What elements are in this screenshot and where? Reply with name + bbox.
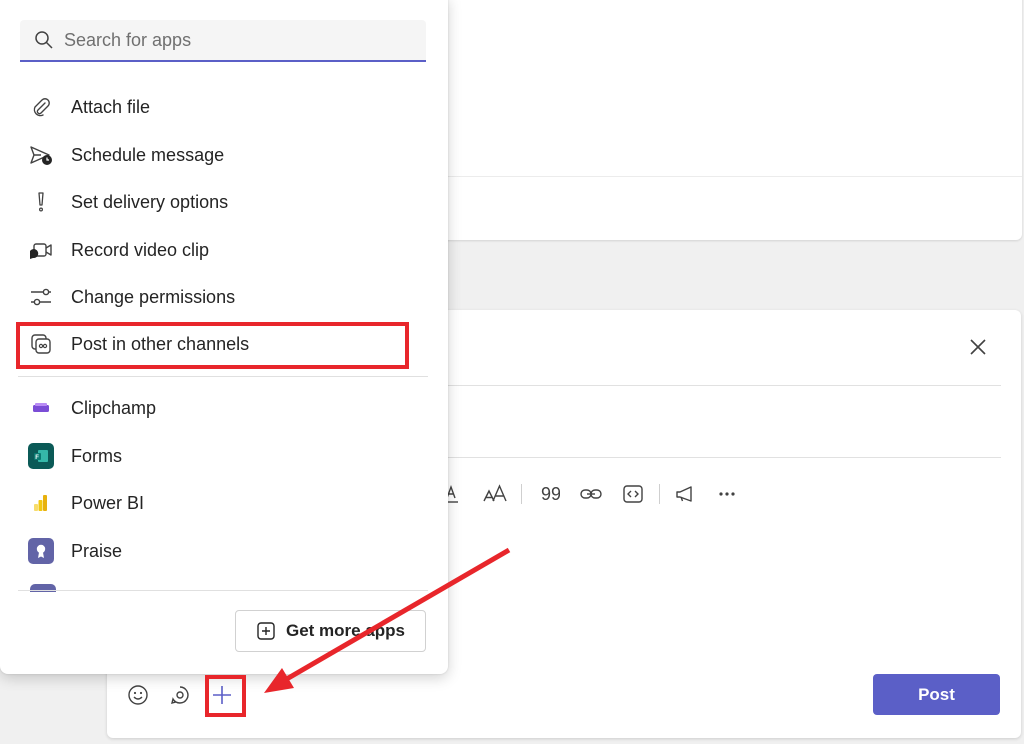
menu-item-label: Record video clip: [71, 239, 210, 260]
app-item-label: Power BI: [71, 492, 145, 513]
search-input[interactable]: [64, 29, 404, 51]
video-record-icon: [19, 228, 63, 272]
link-icon: [580, 489, 602, 499]
more-options-button[interactable]: [713, 480, 741, 508]
close-button[interactable]: [963, 332, 993, 362]
font-size-button[interactable]: [481, 480, 509, 508]
announcement-button[interactable]: [671, 480, 699, 508]
app-item-label: Praise: [71, 540, 123, 561]
schedule-send-icon: [19, 133, 63, 177]
menu-item-set-delivery-options[interactable]: Set delivery options: [18, 180, 428, 224]
menu-item-schedule-message[interactable]: Schedule message: [18, 133, 428, 177]
font-size-icon: [483, 484, 507, 502]
megaphone-icon: [676, 486, 692, 502]
link-button[interactable]: [577, 480, 605, 508]
highlight-box-post-in-other-channels: [16, 322, 409, 369]
menu-item-attach-file[interactable]: Attach file: [18, 85, 428, 129]
add-square-icon: [257, 622, 275, 640]
message-card: [430, 0, 1022, 240]
menu-separator: [18, 590, 428, 591]
menu-item-label: Attach file: [71, 96, 151, 117]
menu-separator: [18, 376, 428, 377]
app-item-clipchamp[interactable]: Clipchamp: [18, 386, 428, 430]
toolbar-divider: [447, 457, 1001, 458]
powerbi-icon: [19, 481, 63, 525]
post-button[interactable]: Post: [873, 674, 1000, 715]
toolbar-separator: [521, 484, 522, 504]
quote-button[interactable]: 99: [535, 480, 563, 508]
app-item-praise[interactable]: Praise: [18, 529, 428, 573]
close-icon: [970, 339, 986, 355]
clipchamp-icon: [19, 386, 63, 430]
code-icon: [623, 485, 643, 503]
toolbar-separator: [659, 484, 660, 504]
loop-button[interactable]: [165, 680, 195, 710]
menu-item-change-permissions[interactable]: Change permissions: [18, 275, 428, 319]
svg-text:99: 99: [541, 484, 560, 504]
emoji-icon: [128, 685, 148, 705]
app-item-label: Clipchamp: [71, 397, 157, 418]
menu-item-label: Schedule message: [71, 144, 225, 165]
praise-icon: [19, 529, 63, 573]
subject-divider: [447, 385, 1001, 386]
search-icon: [35, 31, 53, 49]
get-more-apps-label: Get more apps: [285, 621, 406, 640]
card-divider: [430, 176, 1022, 177]
code-snippet-button[interactable]: [619, 480, 647, 508]
app-item-label: Forms: [71, 445, 122, 466]
menu-item-label: Set delivery options: [71, 191, 229, 212]
menu-item-label: Change permissions: [71, 286, 236, 307]
menu-item-record-video-clip[interactable]: Record video clip: [18, 228, 428, 272]
search-box: [20, 20, 426, 62]
quote-icon: 99: [541, 484, 560, 504]
sliders-icon: [19, 275, 63, 319]
emoji-button[interactable]: [123, 680, 153, 710]
app-item-forms[interactable]: F Forms: [18, 434, 428, 478]
paperclip-icon: [19, 85, 63, 129]
loop-icon: [171, 686, 189, 704]
forms-icon: F: [19, 434, 63, 478]
get-more-apps-button[interactable]: Get more apps: [235, 610, 426, 652]
more-icon: [719, 492, 735, 496]
highlight-box-plus-button: [205, 675, 246, 717]
app-item-power-bi[interactable]: Power BI: [18, 481, 428, 525]
svg-text:F: F: [35, 455, 39, 461]
exclamation-icon: [19, 180, 63, 224]
